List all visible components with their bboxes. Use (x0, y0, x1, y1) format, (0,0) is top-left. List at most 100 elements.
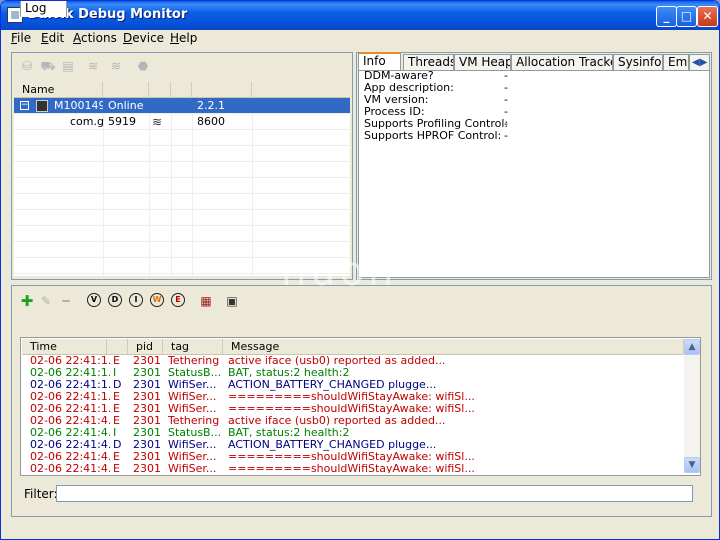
log-pid: 2301 (133, 367, 161, 379)
log-row[interactable]: 02-06 22:41:1... E 2301 WifiSer... =========… (22, 391, 684, 403)
log-level: D (113, 379, 122, 391)
client-row[interactable]: com.g 5919 ≋ 8600 (14, 114, 350, 130)
log-tag: StatusB... (168, 427, 222, 439)
device-table-header: Name (14, 82, 350, 98)
column-blank[interactable] (171, 82, 192, 98)
log-pid: 2301 (133, 439, 161, 451)
log-time: 02-06 22:41:1... (30, 367, 110, 379)
menu-file[interactable]: File (11, 31, 31, 45)
title-bar[interactable]: Dalvik Debug Monitor _ □ ✕ (1, 1, 719, 30)
column-level[interactable] (107, 339, 128, 355)
info-level-icon[interactable]: I (129, 293, 143, 307)
column-extra[interactable] (149, 82, 171, 98)
maximize-button[interactable]: □ (676, 6, 697, 27)
log-pid: 2301 (133, 415, 161, 427)
tab-vm-heap[interactable]: VM Heap (454, 54, 511, 71)
empty-row (14, 162, 350, 178)
log-level: E (113, 463, 120, 473)
warn-level-icon[interactable]: W (150, 293, 164, 307)
column-pid[interactable]: pid (128, 339, 163, 355)
menu-bar: File Edit Actions Device Help (2, 30, 718, 48)
save-log-icon[interactable]: ▣ (224, 293, 240, 309)
log-tag: WifiSer... (168, 379, 217, 391)
debug-process-icon[interactable]: ⛁ (19, 58, 35, 74)
edit-filter-icon[interactable]: ✎ (38, 293, 54, 309)
column-port[interactable] (192, 82, 252, 98)
log-tag: Tethering (168, 415, 220, 427)
log-scrollbar[interactable]: ▲ ▼ (684, 339, 700, 473)
empty-row (14, 210, 350, 226)
log-level: E (113, 355, 120, 367)
tab-sysinfo[interactable]: Sysinfo (613, 54, 663, 71)
tab-emulator[interactable]: Em (663, 54, 689, 71)
update-heap-icon[interactable]: ⛟ (40, 58, 56, 74)
log-time: 02-06 22:41:1... (30, 391, 110, 403)
stop-process-icon[interactable]: ⬣ (135, 58, 151, 74)
log-row[interactable]: 02-06 22:41:1... E 2301 WifiSer... =========… (22, 403, 684, 415)
log-row[interactable]: 02-06 22:41:1... E 2301 Tethering active ifa… (22, 355, 684, 367)
log-time: 02-06 22:41:4... (30, 451, 110, 463)
empty-row (14, 146, 350, 162)
client-name: com.g (70, 115, 103, 128)
log-level: I (113, 367, 117, 379)
log-row[interactable]: 02-06 22:41:4... E 2301 Tethering active ifa… (22, 415, 684, 427)
log-table-header: Time pid tag Message (22, 339, 684, 355)
scroll-up-icon[interactable]: ▲ (684, 339, 700, 355)
menu-device[interactable]: Device (123, 31, 164, 45)
error-level-icon[interactable]: E (171, 293, 185, 307)
tab-log[interactable]: Log (20, 1, 67, 17)
log-pid: 2301 (133, 403, 161, 415)
log-tag: WifiSer... (168, 451, 217, 463)
log-message: =========shouldWifiStayAwake: wifiSl... (228, 391, 475, 403)
column-time[interactable]: Time (22, 339, 107, 355)
log-level: I (113, 427, 117, 439)
log-row[interactable]: 02-06 22:41:1... I 2301 StatusB... BAT, stat… (22, 367, 684, 379)
log-row[interactable]: 02-06 22:41:4... E 2301 WifiSer... =========… (22, 463, 684, 473)
collapse-icon[interactable]: − (20, 101, 29, 110)
info-label: Supports HPROF Control: (364, 129, 502, 142)
log-row[interactable]: 02-06 22:41:4... D 2301 WifiSer... ACTION_BA… (22, 439, 684, 451)
log-time: 02-06 22:41:1... (30, 403, 110, 415)
scroll-down-icon[interactable]: ▼ (684, 457, 700, 473)
column-name[interactable]: Name (14, 82, 103, 98)
start-profiling-icon[interactable]: ≋ (108, 58, 124, 74)
log-pid: 2301 (133, 379, 161, 391)
column-status[interactable] (103, 82, 149, 98)
filter-input[interactable] (56, 485, 693, 502)
log-tag: Tethering (168, 355, 220, 367)
log-time: 02-06 22:41:1... (30, 355, 110, 367)
log-level: E (113, 415, 120, 427)
minimize-button[interactable]: _ (656, 6, 677, 27)
log-row[interactable]: 02-06 22:41:4... I 2301 StatusB... BAT, stat… (22, 427, 684, 439)
debug-level-icon[interactable]: D (108, 293, 122, 307)
tab-allocation-tracker[interactable]: Allocation Tracker (511, 54, 613, 71)
device-row[interactable]: − M1001490 Online 2.2.1 (14, 98, 350, 114)
column-tag[interactable]: tag (163, 339, 223, 355)
menu-edit[interactable]: Edit (41, 31, 64, 45)
log-message: =========shouldWifiStayAwake: wifiSl... (228, 451, 475, 463)
column-message[interactable]: Message (223, 339, 684, 355)
update-threads-icon[interactable]: ≋ (85, 58, 101, 74)
empty-row (14, 178, 350, 194)
log-level: E (113, 451, 120, 463)
log-pid: 2301 (133, 355, 161, 367)
log-pid: 2301 (133, 391, 161, 403)
log-list: 02-06 22:41:1... E 2301 Tethering active ifa… (22, 355, 684, 473)
log-time: 02-06 22:41:4... (30, 427, 110, 439)
delete-filter-icon[interactable]: ━ (58, 293, 74, 309)
log-message: BAT, status:2 health:2 (228, 427, 350, 439)
add-filter-icon[interactable]: ✚ (19, 293, 35, 309)
phone-icon (36, 100, 48, 112)
menu-help[interactable]: Help (170, 31, 197, 45)
dump-hprof-icon[interactable]: ▤ (60, 58, 76, 74)
log-row[interactable]: 02-06 22:41:1... D 2301 WifiSer... ACTION_BA… (22, 379, 684, 391)
empty-row (14, 194, 350, 210)
log-message: =========shouldWifiStayAwake: wifiSl... (228, 403, 475, 415)
clear-log-icon[interactable]: ▦ (198, 293, 214, 309)
client-port: 8600 (197, 115, 225, 128)
close-button[interactable]: ✕ (697, 6, 718, 27)
tab-scroll-arrows-icon[interactable]: ◀▶ (689, 54, 710, 71)
menu-actions[interactable]: Actions (73, 31, 117, 45)
log-row[interactable]: 02-06 22:41:4... E 2301 WifiSer... =========… (22, 451, 684, 463)
verbose-icon[interactable]: V (87, 293, 101, 307)
